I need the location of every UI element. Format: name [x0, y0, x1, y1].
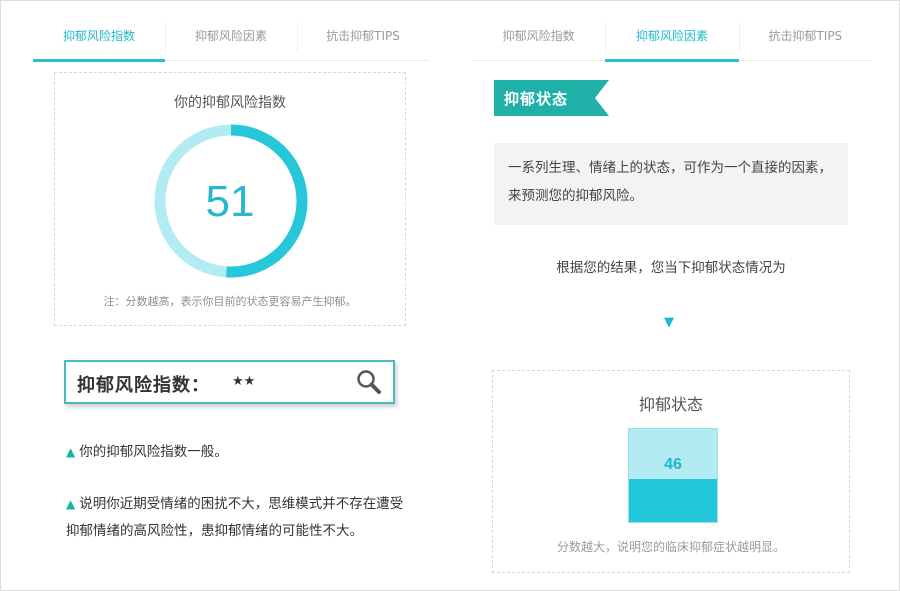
triangle-up-icon: ▲: [66, 445, 76, 459]
risk-index-value: 51: [205, 177, 255, 226]
status-note: 分数越大，说明您的临床抑郁症状越明显。: [556, 540, 785, 554]
risk-stars: ★★: [232, 374, 256, 389]
result-detail-text: 说明你近期受情绪的困扰不大，思维模式并不存在遭受抑郁情绪的高风险性，患抑郁情绪的…: [66, 496, 404, 539]
factor-description: 一系列生理、情绪上的状态，可作为一个直接的因素，来预测您的抑郁风险。: [494, 143, 848, 225]
tab-tips[interactable]: 抗击抑郁TIPS: [297, 14, 429, 60]
risk-index-label: 抑郁风险指数：: [77, 375, 210, 396]
status-title: 抑郁状态: [638, 395, 703, 414]
left-tab-bar: 抑郁风险指数 抑郁风险因素 抗击抑郁TIPS: [33, 14, 429, 62]
tab-risk-factors[interactable]: 抑郁风险因素: [165, 14, 297, 60]
tab-risk-index[interactable]: 抑郁风险指数: [33, 14, 165, 62]
right-tab-bar: 抑郁风险指数 抑郁风险因素 抗击抑郁TIPS: [472, 14, 872, 62]
risk-index-card: 你的抑郁风险指数 51 注：分数越高，表示你目前的状态更容易产生抑郁。: [54, 72, 406, 326]
tab-risk-index[interactable]: 抑郁风险指数: [472, 14, 605, 60]
result-detail: ▲ 说明你近期受情绪的困扰不大，思维模式并不存在遭受抑郁情绪的高风险性，患抑郁情绪…: [66, 491, 411, 545]
arrow-down-icon: ▼: [664, 315, 674, 330]
ribbon-label: 抑郁状态: [504, 90, 569, 108]
magnifier-icon: [356, 369, 382, 399]
section-ribbon: 抑郁状态: [494, 80, 609, 116]
status-value: 46: [664, 456, 682, 473]
risk-index-stars-box: 抑郁风险指数： ★★: [64, 360, 395, 404]
triangle-up-icon: ▲: [66, 497, 76, 511]
result-summary: ▲ 你的抑郁风险指数一般。: [66, 439, 411, 466]
status-card: 抑郁状态 46 分数越大，说明您的临床抑郁症状越明显。: [492, 370, 850, 573]
tab-risk-factors[interactable]: 抑郁风险因素: [605, 14, 739, 62]
risk-index-note: 注：分数越高，表示你目前的状态更容易产生抑郁。: [103, 295, 357, 308]
status-bar-fill: [629, 479, 717, 522]
result-line: 根据您的结果，您当下抑郁状态情况为: [556, 260, 786, 276]
tab-tips[interactable]: 抗击抑郁TIPS: [738, 14, 872, 60]
risk-index-title: 你的抑郁风险指数: [174, 95, 286, 111]
result-summary-text: 你的抑郁风险指数一般。: [79, 444, 228, 460]
status-bar: 46: [628, 428, 718, 523]
